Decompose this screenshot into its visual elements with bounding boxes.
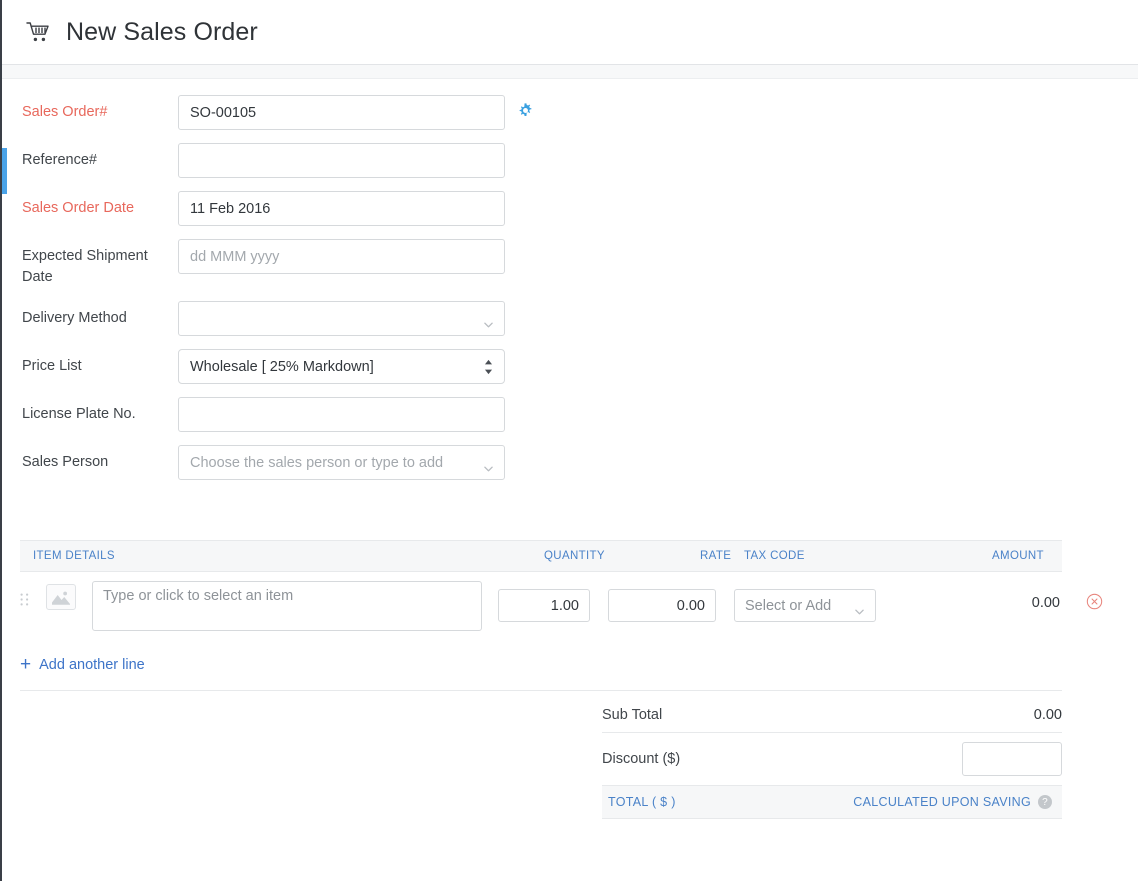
plus-icon: + bbox=[20, 655, 31, 674]
control-reference-number bbox=[178, 143, 505, 178]
tax-code-select[interactable]: Select or Add bbox=[734, 589, 876, 622]
item-image-placeholder-icon[interactable] bbox=[46, 584, 76, 610]
gear-icon[interactable] bbox=[517, 102, 534, 119]
add-another-line-button[interactable]: + Add another line bbox=[20, 655, 145, 674]
quantity-input[interactable] bbox=[498, 589, 590, 622]
drag-handle-icon[interactable] bbox=[20, 593, 29, 606]
line-amount-value: 0.00 bbox=[950, 595, 1060, 611]
sub-total-label: Sub Total bbox=[602, 707, 662, 723]
item-details-table-header: ITEM DETAILS QUANTITY RATE TAX CODE AMOU… bbox=[20, 540, 1062, 572]
select-updown-arrows-icon bbox=[484, 359, 493, 375]
chevron-down-icon bbox=[484, 316, 493, 322]
page-header: New Sales Order bbox=[2, 0, 1138, 65]
control-expected-shipment-date bbox=[178, 239, 505, 274]
delivery-method-select[interactable] bbox=[178, 301, 505, 336]
field-row-delivery-method: Delivery Method bbox=[0, 301, 1138, 336]
price-list-select[interactable]: Wholesale [ 25% Markdown] bbox=[178, 349, 505, 384]
column-header-tax-code: TAX CODE bbox=[744, 550, 805, 562]
remove-line-icon[interactable] bbox=[1086, 593, 1103, 610]
expected-shipment-date-input[interactable] bbox=[178, 239, 505, 274]
price-list-value: Wholesale [ 25% Markdown] bbox=[190, 359, 374, 375]
add-another-line-label: Add another line bbox=[39, 657, 145, 673]
reference-number-input[interactable] bbox=[178, 143, 505, 178]
label-sales-person: Sales Person bbox=[0, 445, 178, 473]
field-row-license-plate-number: License Plate No. bbox=[0, 397, 1138, 432]
column-header-item-details: ITEM DETAILS bbox=[33, 550, 115, 562]
total-label: TOTAL ( $ ) bbox=[608, 795, 676, 809]
label-license-plate-number: License Plate No. bbox=[0, 397, 178, 425]
label-delivery-method: Delivery Method bbox=[0, 301, 178, 329]
control-license-plate-number bbox=[178, 397, 505, 432]
sub-total-value: 0.00 bbox=[1034, 707, 1062, 723]
tax-code-value: Select or Add bbox=[745, 598, 831, 614]
license-plate-number-input[interactable] bbox=[178, 397, 505, 432]
chevron-down-icon bbox=[484, 460, 493, 466]
shopping-cart-icon bbox=[24, 19, 54, 45]
control-delivery-method bbox=[178, 301, 505, 336]
control-sales-order-date bbox=[178, 191, 505, 226]
label-expected-shipment-date: Expected Shipment Date bbox=[0, 239, 178, 288]
sales-order-date-input[interactable] bbox=[178, 191, 505, 226]
sub-total-row: Sub Total 0.00 bbox=[602, 698, 1062, 733]
help-icon[interactable]: ? bbox=[1038, 795, 1052, 809]
column-header-quantity: QUANTITY bbox=[544, 550, 605, 562]
header-divider-strip bbox=[2, 65, 1138, 79]
label-sales-order-date: Sales Order Date bbox=[0, 191, 178, 219]
control-price-list: Wholesale [ 25% Markdown] bbox=[178, 349, 505, 384]
label-price-list: Price List bbox=[0, 349, 178, 377]
rate-input[interactable] bbox=[608, 589, 716, 622]
field-row-sales-order-number: Sales Order# bbox=[0, 95, 1138, 130]
sales-order-page: New Sales Order Sales Order# Reference# bbox=[0, 0, 1138, 881]
label-sales-order-number: Sales Order# bbox=[0, 95, 178, 123]
field-row-sales-person: Sales Person Choose the sales person or … bbox=[0, 445, 1138, 480]
column-header-amount: AMOUNT bbox=[992, 550, 1044, 562]
total-value: CALCULATED UPON SAVING bbox=[853, 795, 1031, 809]
discount-input[interactable] bbox=[962, 742, 1062, 776]
item-name-input[interactable] bbox=[92, 581, 482, 631]
items-bottom-divider bbox=[20, 690, 1062, 691]
label-reference-number: Reference# bbox=[0, 143, 178, 171]
table-row: Select or Add 0.00 bbox=[20, 572, 1062, 634]
field-row-sales-order-date: Sales Order Date bbox=[0, 191, 1138, 226]
field-row-expected-shipment-date: Expected Shipment Date bbox=[0, 239, 1138, 288]
field-row-reference-number: Reference# bbox=[0, 143, 1138, 178]
control-sales-person: Choose the sales person or type to add bbox=[178, 445, 505, 480]
sales-order-number-input[interactable] bbox=[178, 95, 505, 130]
totals-panel: Sub Total 0.00 Discount ($) TOTAL ( $ ) … bbox=[602, 698, 1062, 819]
total-value-group: CALCULATED UPON SAVING ? bbox=[853, 795, 1052, 809]
page-title: New Sales Order bbox=[66, 18, 258, 47]
sales-order-form: Sales Order# Reference# Sales Order Date bbox=[0, 95, 1138, 493]
discount-label: Discount ($) bbox=[602, 751, 680, 767]
item-details-table: ITEM DETAILS QUANTITY RATE TAX CODE AMOU… bbox=[20, 540, 1062, 634]
control-sales-order-number bbox=[178, 95, 505, 130]
chevron-down-icon bbox=[855, 603, 864, 609]
sales-person-select[interactable]: Choose the sales person or type to add bbox=[178, 445, 505, 480]
column-header-rate: RATE bbox=[700, 550, 731, 562]
field-row-price-list: Price List Wholesale [ 25% Markdown] bbox=[0, 349, 1138, 384]
discount-row: Discount ($) bbox=[602, 733, 1062, 785]
sales-person-placeholder: Choose the sales person or type to add bbox=[190, 455, 443, 471]
total-row: TOTAL ( $ ) CALCULATED UPON SAVING ? bbox=[602, 785, 1062, 819]
